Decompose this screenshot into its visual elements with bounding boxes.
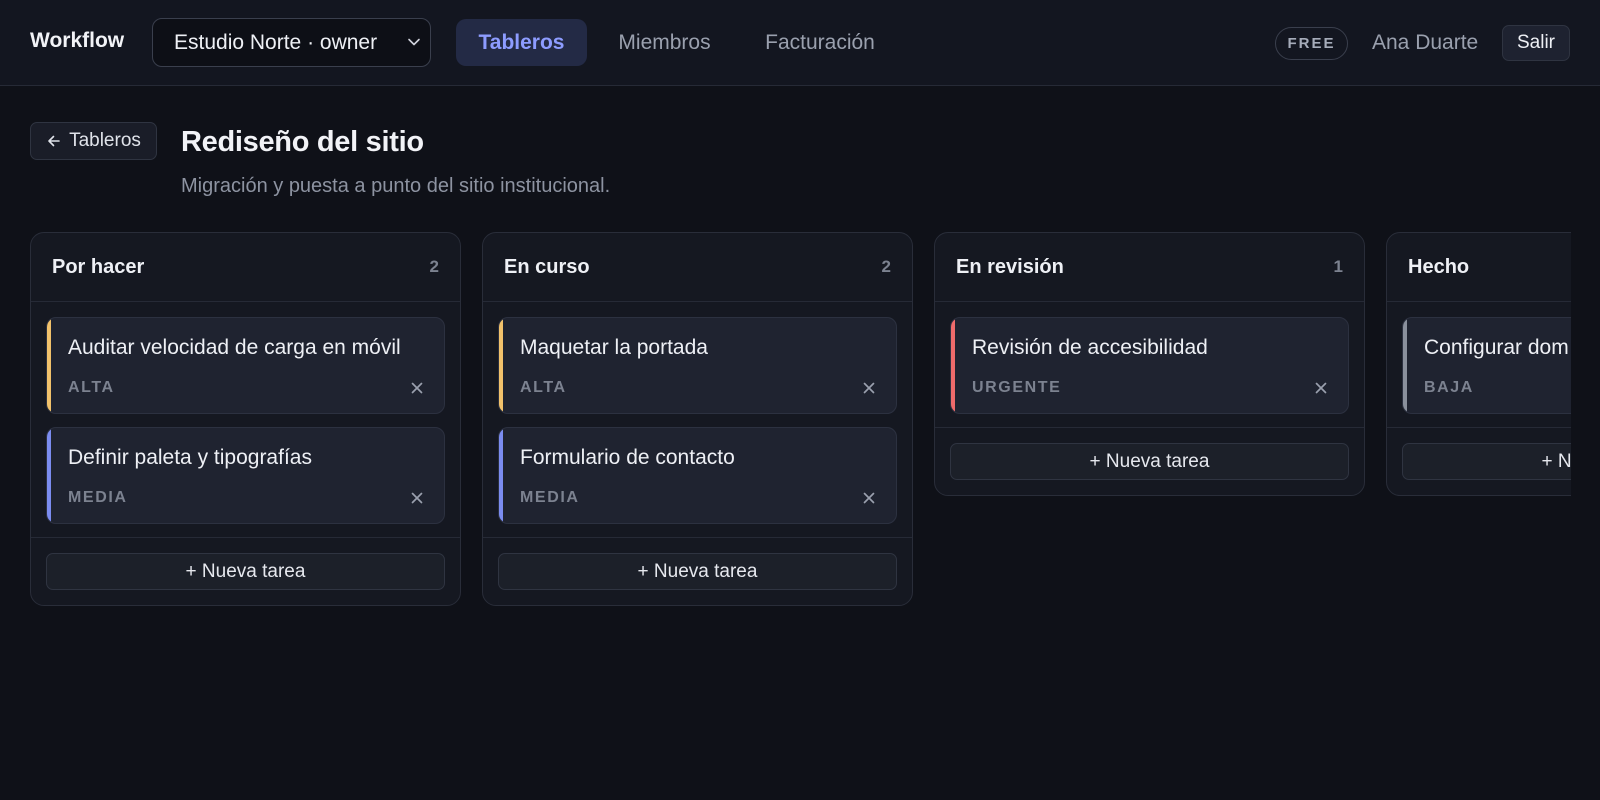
column-card-list: Configurar dom BAJA xyxy=(1387,302,1571,414)
column-en-curso: En curso 2 Maquetar la portada ALTA Form… xyxy=(482,232,913,606)
task-priority: ALTA xyxy=(68,379,115,396)
close-icon[interactable] xyxy=(862,491,876,505)
top-navigation-bar: Workflow Estudio Norte · owner Tableros … xyxy=(0,0,1600,86)
task-card[interactable]: Maquetar la portada ALTA xyxy=(498,317,897,414)
close-icon[interactable] xyxy=(410,381,424,395)
task-title: Configurar dom xyxy=(1424,336,1569,359)
task-priority: MEDIA xyxy=(68,489,128,506)
tab-tableros[interactable]: Tableros xyxy=(456,19,587,66)
column-hecho: Hecho Configurar dom BAJA + Nueva tarea xyxy=(1386,232,1571,496)
column-footer: + Nueva tarea xyxy=(1387,427,1571,495)
task-card[interactable]: Revisión de accesibilidad URGENTE xyxy=(950,317,1349,414)
arrow-left-icon xyxy=(48,135,60,147)
task-card[interactable]: Configurar dom BAJA xyxy=(1402,317,1571,414)
tab-facturacion[interactable]: Facturación xyxy=(748,19,892,66)
task-title: Maquetar la portada xyxy=(520,336,708,359)
task-card[interactable]: Definir paleta y tipografías MEDIA xyxy=(46,427,445,524)
add-task-button[interactable]: + Nueva tarea xyxy=(1402,443,1571,480)
column-task-count: 2 xyxy=(429,257,439,276)
priority-accent xyxy=(1403,318,1407,413)
task-title: Formulario de contacto xyxy=(520,446,735,469)
column-title: En curso xyxy=(504,256,590,278)
column-header: Por hacer 2 xyxy=(31,233,460,302)
column-task-count: 1 xyxy=(1333,257,1343,276)
column-title: Por hacer xyxy=(52,256,145,278)
column-card-list: Maquetar la portada ALTA Formulario de c… xyxy=(483,302,912,524)
task-priority: BAJA xyxy=(1424,379,1474,396)
column-card-list: Auditar velocidad de carga en móvil ALTA… xyxy=(31,302,460,524)
column-card-list: Revisión de accesibilidad URGENTE xyxy=(935,302,1364,414)
priority-accent xyxy=(47,318,51,413)
task-title: Definir paleta y tipografías xyxy=(68,446,312,469)
priority-accent xyxy=(951,318,955,413)
add-task-button[interactable]: + Nueva tarea xyxy=(950,443,1349,480)
task-title: Auditar velocidad de carga en móvil xyxy=(68,336,401,359)
task-card[interactable]: Formulario de contacto MEDIA xyxy=(498,427,897,524)
board-description: Migración y puesta a punto del sitio ins… xyxy=(181,175,611,197)
task-priority: URGENTE xyxy=(972,379,1062,396)
task-card[interactable]: Auditar velocidad de carga en móvil ALTA xyxy=(46,317,445,414)
column-task-count: 2 xyxy=(881,257,891,276)
organization-select[interactable]: Estudio Norte · owner xyxy=(152,18,431,67)
chevron-down-icon xyxy=(408,38,420,46)
column-title: Hecho xyxy=(1408,256,1470,278)
column-en-revision: En revisión 1 Revisión de accesibilidad … xyxy=(934,232,1365,496)
tab-miembros[interactable]: Miembros xyxy=(601,19,728,66)
column-footer: + Nueva tarea xyxy=(483,537,912,605)
add-task-button[interactable]: + Nueva tarea xyxy=(46,553,445,590)
close-icon[interactable] xyxy=(410,491,424,505)
column-footer: + Nueva tarea xyxy=(935,427,1364,495)
task-priority: ALTA xyxy=(520,379,567,396)
kanban-board: Por hacer 2 Auditar velocidad de carga e… xyxy=(0,232,1571,632)
priority-accent xyxy=(47,428,51,523)
user-name: Ana Duarte xyxy=(1372,31,1479,54)
board-title: Rediseño del sitio xyxy=(181,126,424,158)
close-icon[interactable] xyxy=(862,381,876,395)
logout-button[interactable]: Salir xyxy=(1502,25,1570,61)
priority-accent xyxy=(499,428,503,523)
column-header: En curso 2 xyxy=(483,233,912,302)
column-footer: + Nueva tarea xyxy=(31,537,460,605)
back-to-boards-button[interactable]: Tableros xyxy=(30,122,157,160)
back-button-label: Tableros xyxy=(69,130,141,151)
column-header: En revisión 1 xyxy=(935,233,1364,302)
task-priority: MEDIA xyxy=(520,489,580,506)
plan-badge: FREE xyxy=(1275,27,1348,60)
organization-select-value: Estudio Norte · owner xyxy=(174,30,378,54)
add-task-button[interactable]: + Nueva tarea xyxy=(498,553,897,590)
column-header: Hecho xyxy=(1387,233,1571,302)
task-title: Revisión de accesibilidad xyxy=(972,336,1208,359)
app-brand[interactable]: Workflow xyxy=(30,29,124,53)
close-icon[interactable] xyxy=(1314,381,1328,395)
priority-accent xyxy=(499,318,503,413)
column-title: En revisión xyxy=(956,256,1064,278)
column-por-hacer: Por hacer 2 Auditar velocidad de carga e… xyxy=(30,232,461,606)
